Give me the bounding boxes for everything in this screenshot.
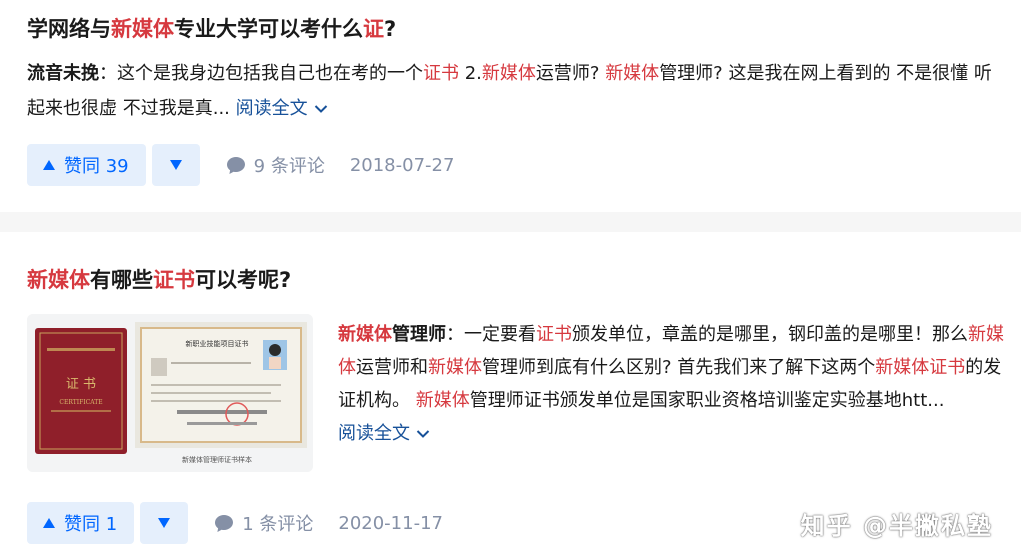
excerpt-highlight: 新媒体 (481, 63, 536, 84)
question-title[interactable]: 学网络与新媒体专业大学可以考什么证? (27, 14, 396, 44)
author-name[interactable]: 流音未挽 (27, 63, 99, 84)
author-name-highlight[interactable]: 新媒体 (338, 324, 392, 345)
action-bar: 赞同 39 9 条评论 2018-07-27 (27, 144, 454, 186)
excerpt-highlight: 新媒体 (415, 390, 470, 411)
question-title[interactable]: 新媒体有哪些证书可以考呢? (27, 265, 291, 295)
certificate-image: 证 书 CERTIFICATE 新职业技能项目证书 新媒体管理师证书样本 (27, 314, 313, 472)
read-more-label: 阅读全文 (338, 423, 410, 444)
title-highlight: 新媒体 (111, 17, 174, 41)
comment-count: 9 条评论 (253, 156, 325, 177)
excerpt-text: 运营师和 (356, 357, 428, 378)
title-text: 有哪些 (90, 268, 153, 292)
upvote-triangle-icon (43, 518, 55, 528)
excerpt-text: 管理师到底有什么区别? 首先我们来了解下这两个 (482, 357, 876, 378)
author-colon: ： (446, 324, 464, 345)
read-more-link[interactable]: 阅读全文 (338, 423, 430, 444)
excerpt-highlight: 证书 (423, 63, 459, 84)
zhihu-watermark: 知乎 @半撇私塾 (800, 512, 993, 540)
upvote-button[interactable]: 赞同 1 (27, 502, 135, 544)
read-more-label: 阅读全文 (235, 98, 308, 119)
title-text: 可以考呢? (195, 268, 292, 292)
answer-date: 2018-07-27 (349, 154, 455, 176)
title-text: 学网络与 (27, 17, 111, 41)
answer-card-2: 新媒体有哪些证书可以考呢? 证 书 CERTIFICATE 新职业技能项目证书 (0, 232, 1021, 559)
chevron-down-icon (314, 105, 327, 113)
downvote-triangle-icon (169, 160, 182, 170)
excerpt-text: 运营师? (535, 63, 606, 84)
comment-icon (215, 514, 234, 532)
downvote-button[interactable] (151, 144, 200, 186)
excerpt-highlight: 新媒体 (605, 63, 660, 84)
comment-button[interactable]: 9 条评论 (226, 152, 325, 178)
title-text: ? (384, 17, 397, 41)
excerpt-highlight: 新媒体证书 (875, 357, 966, 378)
comment-icon (226, 156, 245, 174)
read-more-link[interactable]: 阅读全文 (236, 98, 328, 119)
downvote-button[interactable] (140, 502, 189, 544)
title-highlight: 证书 (153, 268, 195, 292)
excerpt-highlight: 新媒体 (428, 357, 482, 378)
certificate-caption: 新媒体管理师证书样本 (182, 455, 252, 464)
upvote-label: 赞同 39 (64, 156, 129, 177)
answer-date: 2020-11-17 (338, 512, 443, 534)
title-highlight: 新媒体 (27, 268, 90, 292)
certificate-heading: 新职业技能项目证书 (186, 339, 249, 348)
excerpt-text: 一定要看 (464, 324, 536, 345)
booklet-title: 证 书 (66, 377, 96, 392)
comment-count: 1 条评论 (242, 514, 314, 535)
title-highlight: 证 (363, 17, 384, 41)
comment-button[interactable]: 1 条评论 (214, 510, 313, 536)
author-colon: ： (99, 63, 117, 84)
excerpt-text: 2. (459, 63, 482, 84)
chevron-down-icon (416, 430, 430, 438)
excerpt-text: 管理师证书颁发单位是国家职业资格培训鉴定实验基地htt... (469, 390, 945, 411)
answer-excerpt[interactable]: 流音未挽：这个是我身边包括我自己也在考的一个证书 2.新媒体运营师? 新媒体管理… (27, 56, 1002, 126)
downvote-triangle-icon (158, 518, 171, 528)
excerpt-text: 这个是我身边包括我自己也在考的一个 (117, 63, 423, 84)
upvote-button[interactable]: 赞同 39 (27, 144, 146, 186)
answer-excerpt[interactable]: 新媒体管理师：一定要看证书颁发单位，章盖的是哪里，钢印盖的是哪里！那么新媒体运营… (338, 318, 1006, 450)
upvote-triangle-icon (43, 160, 55, 170)
answer-card-1: 学网络与新媒体专业大学可以考什么证? 流音未挽：这个是我身边包括我自己也在考的一… (0, 0, 1021, 212)
author-name[interactable]: 管理师 (392, 324, 446, 345)
upvote-label: 赞同 1 (64, 514, 118, 535)
excerpt-highlight: 证书 (536, 324, 572, 345)
certificate-thumbnail[interactable]: 证 书 CERTIFICATE 新职业技能项目证书 新媒体管理师证书样本 (27, 314, 313, 472)
title-text: 专业大学可以考什么 (174, 17, 363, 41)
card-separator (0, 212, 1021, 232)
excerpt-text: 颁发单位，章盖的是哪里，钢印盖的是哪里！那么 (572, 324, 968, 345)
booklet-subtitle: CERTIFICATE (59, 399, 102, 406)
action-bar: 赞同 1 1 条评论 2020-11-17 (27, 502, 443, 544)
